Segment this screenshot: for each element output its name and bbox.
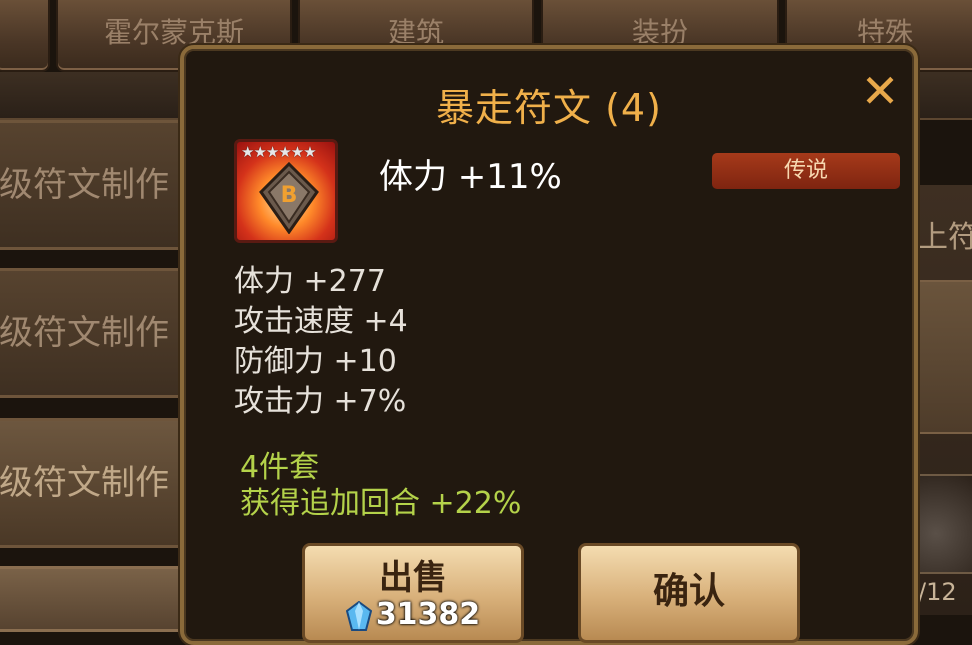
- confirm-button[interactable]: 确认: [578, 543, 800, 643]
- dialog-title: 暴走符文 (4): [436, 86, 662, 130]
- star-rating: ★★★★★★: [241, 143, 317, 161]
- sub-stat: 攻击力 +7%: [234, 384, 407, 419]
- rune-slot-letter: B: [281, 183, 298, 208]
- confirm-button-label: 确认: [652, 571, 725, 612]
- sub-stat-list: 体力 +277 攻击速度 +4 防御力 +10 攻击力 +7%: [234, 262, 408, 422]
- sell-button-label: 出售: [379, 558, 447, 598]
- craft-list-item[interactable]: 级符文制作: [0, 418, 190, 548]
- craft-list-item[interactable]: [0, 566, 196, 632]
- tab-home[interactable]: [0, 0, 50, 72]
- set-bonus: 4件套 获得追加回合 +22%: [240, 450, 521, 522]
- close-icon[interactable]: ✕: [858, 68, 902, 115]
- sell-button[interactable]: 出售 31382: [302, 543, 524, 643]
- sell-price: 31382: [305, 598, 521, 632]
- crystal-icon: [345, 600, 372, 631]
- rune-main-stat: 体力 +11%: [379, 157, 562, 197]
- rune-thumbnail[interactable]: [916, 474, 972, 574]
- craft-list-item[interactable]: 级符文制作: [0, 120, 190, 250]
- grade-badge: 传说: [712, 153, 900, 189]
- sub-stat: 防御力 +10: [234, 344, 397, 379]
- sub-stat: 体力 +277: [234, 264, 386, 299]
- rune-count: /12: [918, 578, 957, 606]
- rune-slot-icon: B: [259, 162, 319, 234]
- rune-icon: ★★★★★★ B: [234, 139, 338, 243]
- set-name: 4件套: [240, 450, 320, 485]
- sell-price-value: 31382: [375, 597, 481, 632]
- sub-stat: 攻击速度 +4: [234, 304, 408, 339]
- rune-detail-dialog: 暴走符文 (4) ✕ ★★★★★★ B 体力 +11% 传说 体力 +277 攻…: [180, 45, 918, 645]
- right-panel-label: 上符: [918, 220, 972, 255]
- craft-list-item[interactable]: 级符文制作: [0, 268, 190, 398]
- right-panel-card[interactable]: [914, 280, 972, 434]
- set-effect: 获得追加回合 +22%: [240, 486, 522, 521]
